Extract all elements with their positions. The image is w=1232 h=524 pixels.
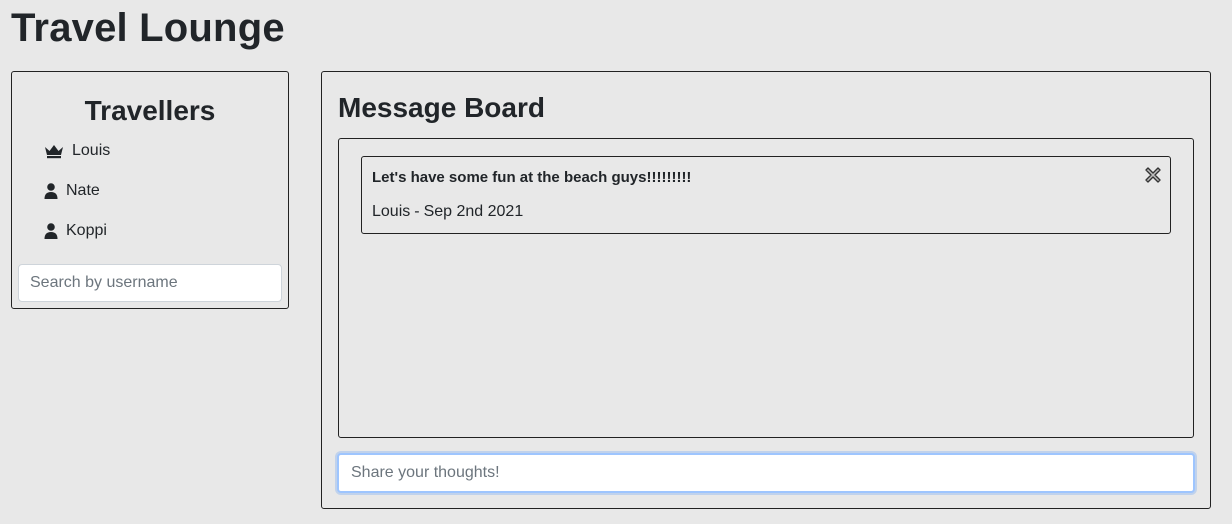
close-icon xyxy=(1143,167,1163,188)
traveller-item-nate: Nate xyxy=(44,180,100,202)
user-icon xyxy=(44,182,60,200)
travellers-title: Travellers xyxy=(84,95,216,126)
message-meta: Louis - Sep 2nd 2021 xyxy=(372,203,523,221)
traveller-item-koppi: Koppi xyxy=(44,220,107,242)
message-board-title: Message Board xyxy=(338,92,545,123)
traveller-name: Koppi xyxy=(66,222,107,239)
search-input[interactable] xyxy=(18,264,282,302)
message-text: Let's have some fun at the beach guys!!!… xyxy=(372,169,692,186)
traveller-name: Louis xyxy=(72,142,111,159)
traveller-item-louis: Louis xyxy=(44,140,110,162)
message-card: Let's have some fun at the beach guys!!!… xyxy=(361,156,1171,234)
traveller-name: Nate xyxy=(66,182,100,199)
app-title: Travel Lounge xyxy=(11,6,285,50)
message-date: Sep 2nd 2021 xyxy=(423,203,524,220)
crown-icon xyxy=(44,142,66,160)
messages-area[interactable]: Let's have some fun at the beach guys!!!… xyxy=(338,138,1194,438)
message-separator: - xyxy=(414,203,420,220)
travellers-panel: Travellers Louis Nate Koppi Search by us… xyxy=(11,71,289,309)
compose-message-input[interactable] xyxy=(337,453,1195,493)
message-board-panel: Message Board Let's have some fun at the… xyxy=(321,71,1211,509)
delete-message-button[interactable] xyxy=(1142,165,1164,187)
message-author: Louis xyxy=(372,203,411,220)
user-icon xyxy=(44,222,60,240)
